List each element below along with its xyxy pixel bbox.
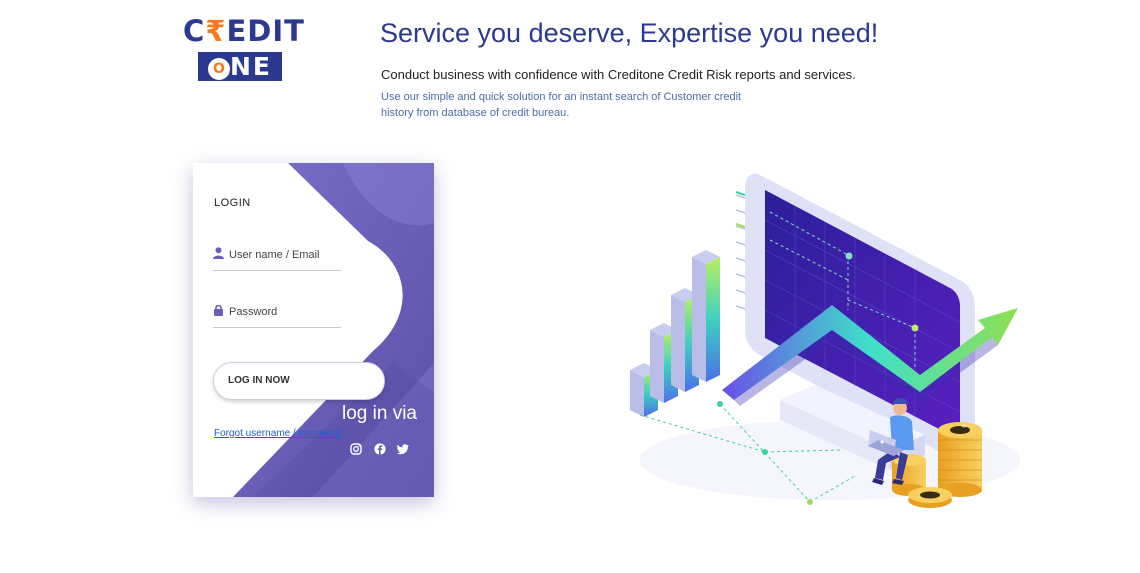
- password-placeholder: Password: [229, 306, 278, 318]
- page-description: Use our simple and quick solution for an…: [381, 91, 742, 119]
- credit-one-logo: C₹EDIT O NE: [183, 14, 305, 84]
- login-via-label: log in via: [342, 403, 417, 424]
- login-card: LOGIN User name / Email Password LOG IN …: [193, 163, 434, 497]
- instagram-icon[interactable]: [350, 443, 362, 455]
- password-field[interactable]: Password: [213, 302, 341, 328]
- username-field[interactable]: User name / Email: [213, 245, 341, 271]
- forgot-password-link[interactable]: Forgot username / password: [214, 428, 341, 439]
- page-headline: Service you deserve, Expertise you need!: [380, 18, 879, 48]
- rupee-icon: ₹: [205, 14, 227, 48]
- page-subheading: Conduct business with confidence with Cr…: [381, 67, 856, 82]
- twitter-icon[interactable]: [397, 443, 409, 455]
- username-placeholder: User name / Email: [229, 249, 320, 261]
- page: C₹EDIT O NE Service you deserve, Expertis…: [0, 0, 1140, 573]
- lock-icon: [214, 304, 223, 316]
- logo-coin-icon: O: [207, 58, 230, 80]
- facebook-icon[interactable]: [374, 443, 386, 455]
- logo-one-badge: O NE: [198, 52, 282, 81]
- logo-credit-text: C₹EDIT: [183, 14, 305, 48]
- user-icon: [213, 247, 224, 259]
- login-title: LOGIN: [214, 197, 251, 209]
- login-now-button[interactable]: LOG IN NOW: [213, 362, 385, 400]
- credit-growth-illustration: [630, 173, 1020, 508]
